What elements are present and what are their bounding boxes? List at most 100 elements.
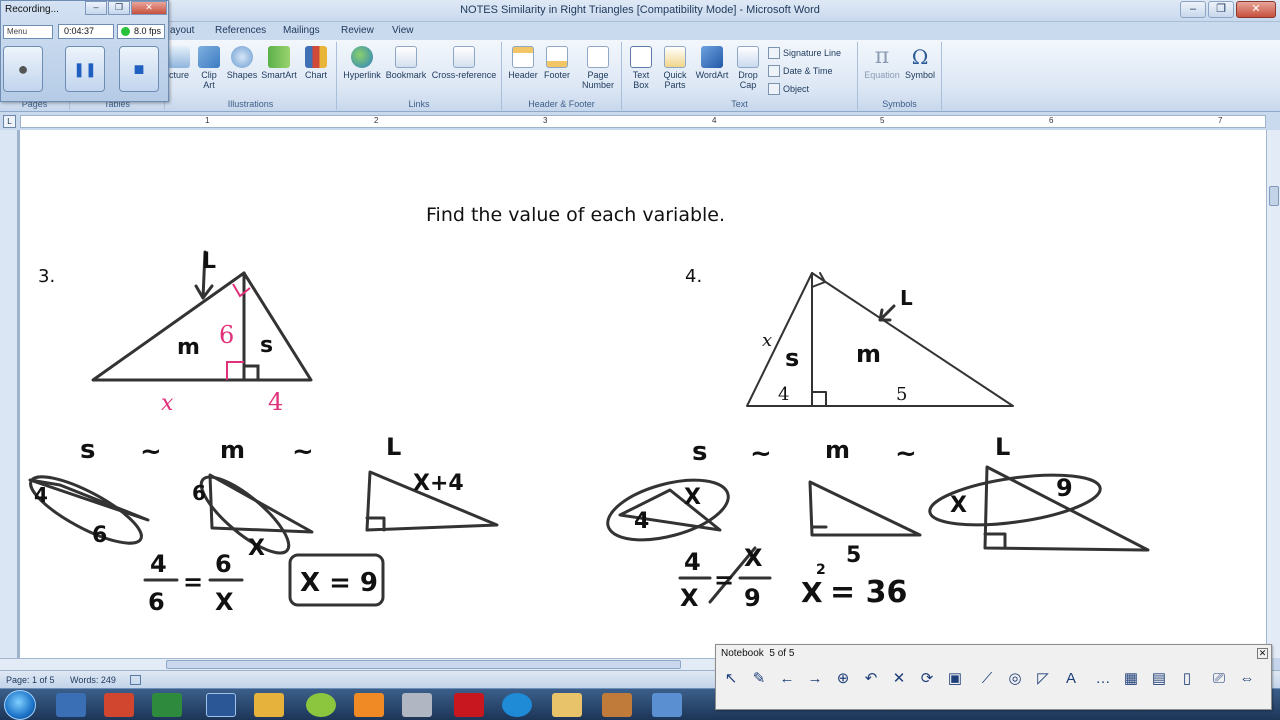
p4-frac-equals: = <box>714 566 734 594</box>
pause-button[interactable]: ❚❚ <box>65 46 105 92</box>
taskbar-folder-icon[interactable] <box>552 693 582 717</box>
tab-references[interactable]: References <box>215 25 266 36</box>
taskbar-ie-icon[interactable] <box>502 693 532 717</box>
p3-label-s: s <box>260 333 273 358</box>
status-words[interactable]: Words: 249 <box>70 675 116 685</box>
taskbar-pdf-icon[interactable] <box>454 693 484 717</box>
capture-tool-icon[interactable]: ▤ <box>1148 668 1170 690</box>
recorder-menu-dropdown[interactable]: Menu <box>3 25 53 39</box>
bookmark-icon <box>395 46 417 68</box>
text-tool-icon[interactable]: A <box>1060 668 1082 690</box>
recording-widget: Recording... – ❐ ✕ Menu 0:04:37 8.0 fps … <box>0 0 169 102</box>
pen-tool-icon[interactable]: ✎ <box>748 668 770 690</box>
p4-work-s-b: X <box>684 485 701 510</box>
shapes-button[interactable]: Shapes <box>225 46 259 80</box>
taskbar-app-icon[interactable] <box>306 693 336 717</box>
fill-tool-icon[interactable]: ◸ <box>1032 668 1054 690</box>
table-tool-icon[interactable]: ▦ <box>1120 668 1142 690</box>
undo-icon[interactable]: ↶ <box>860 668 882 690</box>
clip-art-button[interactable]: Clip Art <box>195 46 223 90</box>
refresh-icon[interactable]: ⟳ <box>916 668 938 690</box>
screen-shade-icon[interactable]: ▣ <box>944 668 966 690</box>
taskbar-app-icon[interactable] <box>254 693 284 717</box>
object-icon <box>768 83 780 95</box>
tab-review[interactable]: Review <box>341 25 374 36</box>
tab-page-layout[interactable]: ayout <box>170 25 194 36</box>
tab-view[interactable]: View <box>392 25 414 36</box>
cross-reference-icon <box>453 46 475 68</box>
p4-frac-den-right: 9 <box>744 584 761 612</box>
taskbar-app-icon[interactable] <box>104 693 134 717</box>
taskbar-media-icon[interactable] <box>354 693 384 717</box>
picture-button[interactable]: cture <box>167 46 191 80</box>
object-button[interactable]: Object <box>768 83 809 95</box>
window-controls: – ❐ ✕ <box>1180 1 1276 18</box>
p3-work-s-a: 4 <box>34 483 48 507</box>
stop-icon: ■ <box>133 59 145 79</box>
toolbar-move-icon[interactable]: ⇔ <box>1236 668 1258 690</box>
minimize-button[interactable]: – <box>1180 1 1206 18</box>
tab-mailings[interactable]: Mailings <box>283 25 320 36</box>
previous-page-icon[interactable]: ← <box>776 668 798 690</box>
status-page[interactable]: Page: 1 of 5 <box>6 675 55 685</box>
horizontal-scroll-thumb[interactable] <box>166 660 681 669</box>
chart-button[interactable]: Chart <box>301 46 331 80</box>
notebook-close-button[interactable]: ✕ <box>1257 648 1268 659</box>
horizontal-ruler[interactable]: 1 2 3 4 5 6 7 <box>20 115 1266 128</box>
taskbar-app-icon[interactable] <box>402 693 432 717</box>
footer-button[interactable]: Footer <box>540 46 574 80</box>
delete-icon[interactable]: ✕ <box>888 668 910 690</box>
shapes-label: Shapes <box>226 70 258 80</box>
taskbar-word-icon[interactable] <box>206 693 236 717</box>
bookmark-button[interactable]: Bookmark <box>384 46 428 80</box>
record-button[interactable]: ● <box>3 46 43 92</box>
header-button[interactable]: Header <box>506 46 540 80</box>
proofing-icon[interactable] <box>130 675 141 685</box>
text-box-label: Text Box <box>632 70 650 90</box>
page-number-button[interactable]: Page Number <box>578 46 618 90</box>
restore-button[interactable]: ❐ <box>1208 1 1234 18</box>
text-box-button[interactable]: Text Box <box>626 46 656 90</box>
stop-button[interactable]: ■ <box>119 46 159 92</box>
vertical-ruler[interactable] <box>0 130 18 658</box>
smartart-button[interactable]: SmartArt <box>259 46 299 80</box>
p4-label-4: 4 <box>778 384 789 405</box>
vertical-scroll-thumb[interactable] <box>1269 186 1279 206</box>
document-camera-icon[interactable]: ▯ <box>1176 668 1198 690</box>
horizontal-scrollbar[interactable] <box>0 658 715 670</box>
taskbar-excel-icon[interactable] <box>152 693 182 717</box>
more-tools-icon[interactable]: … <box>1092 668 1114 690</box>
close-button[interactable]: ✕ <box>1236 1 1276 18</box>
drop-cap-button[interactable]: Drop Cap <box>732 46 764 90</box>
signature-line-button[interactable]: Signature Line <box>768 47 841 59</box>
symbol-button[interactable]: Ω Symbol <box>902 46 938 80</box>
p3-angle-mark <box>232 283 251 298</box>
quick-parts-button[interactable]: Quick Parts <box>660 46 690 90</box>
recorder-close-button[interactable]: ✕ <box>131 1 167 15</box>
p4-frac-num-left: 4 <box>684 548 701 576</box>
start-button[interactable] <box>4 690 36 720</box>
document-page[interactable]: Find the value of each variable. 3. 4. L… <box>20 130 1266 658</box>
group-label-illustrations: Illustrations <box>227 99 274 109</box>
vertical-scrollbar[interactable] <box>1266 130 1280 658</box>
taskbar-app-icon[interactable] <box>56 693 86 717</box>
wordart-button[interactable]: WordArt <box>692 46 732 80</box>
hyperlink-button[interactable]: Hyperlink <box>341 46 383 80</box>
wordart-icon <box>701 46 723 68</box>
recorder-minimize-button[interactable]: – <box>85 1 107 15</box>
tab-selector[interactable]: L <box>3 115 16 128</box>
taskbar-app-icon[interactable] <box>602 693 632 717</box>
select-tool-icon[interactable]: ↖ <box>720 668 742 690</box>
next-page-icon[interactable]: → <box>804 668 826 690</box>
notebook-page-info: 5 of 5 <box>769 648 795 659</box>
shape-tool-icon[interactable]: ◎ <box>1004 668 1026 690</box>
add-page-icon[interactable]: ⊕ <box>832 668 854 690</box>
date-time-button[interactable]: Date & Time <box>768 65 833 77</box>
cross-reference-button[interactable]: Cross-reference <box>430 46 498 80</box>
equation-button[interactable]: π Equation <box>862 46 902 81</box>
line-tool-icon[interactable]: ⟋ <box>976 668 998 690</box>
notebook-title: Notebook 5 of 5 <box>721 648 794 659</box>
taskbar-app-icon[interactable] <box>652 693 682 717</box>
display-icon[interactable]: ⎚ <box>1208 668 1230 690</box>
recorder-restore-button[interactable]: ❐ <box>108 1 130 15</box>
